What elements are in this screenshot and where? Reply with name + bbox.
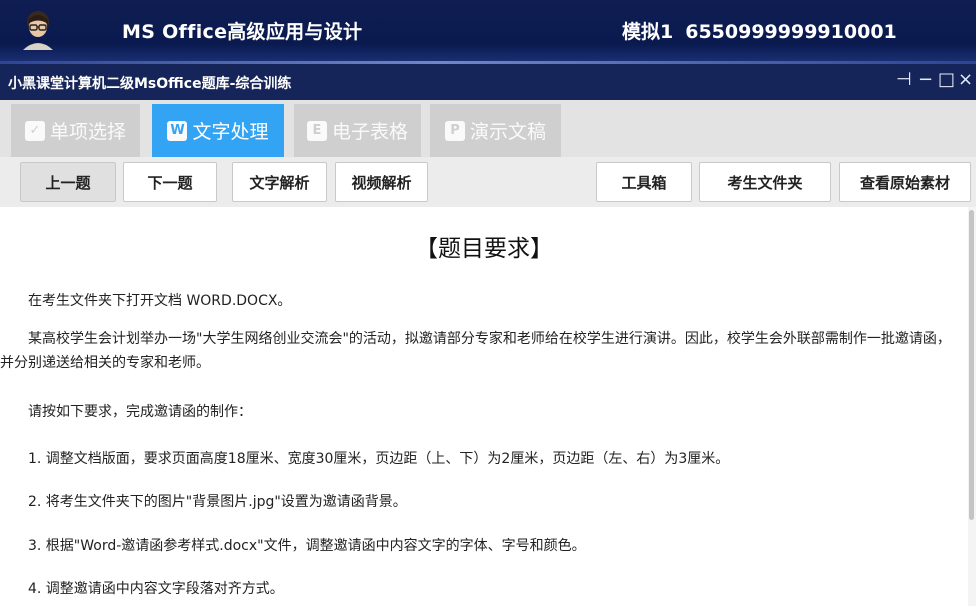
- question-title: 【题目要求】: [415, 236, 553, 262]
- question-type-tabs: ✓ 单项选择 W 文字处理 E 电子表格 P 演示文稿: [0, 100, 976, 157]
- text-analysis-button[interactable]: 文字解析: [232, 162, 327, 202]
- question-step: 4. 调整邀请函中内容文字段落对齐方式。: [28, 581, 284, 597]
- question-step: 1. 调整文档版面，要求页面高度18厘米、宽度30厘米，页边距（上、下）为2厘米…: [28, 451, 730, 467]
- maximize-icon[interactable]: □: [938, 69, 955, 90]
- next-question-button[interactable]: 下一题: [123, 162, 217, 202]
- exam-info: 模拟1 6550999999910001: [622, 17, 897, 44]
- close-icon[interactable]: ×: [958, 69, 973, 90]
- question-paragraph: 请按如下要求，完成邀请函的制作：: [28, 404, 252, 420]
- tab-word-processing[interactable]: W 文字处理: [152, 104, 284, 157]
- question-content: 【题目要求】 在考生文件夹下打开文档 WORD.DOCX。 某高校学生会计划举办…: [0, 207, 968, 606]
- tab-label: 文字处理: [192, 121, 269, 143]
- word-icon: W: [167, 120, 188, 141]
- student-folder-button[interactable]: 考生文件夹: [699, 162, 831, 202]
- powerpoint-icon: P: [444, 120, 465, 141]
- scrollbar-thumb[interactable]: [969, 210, 974, 520]
- tab-spreadsheet[interactable]: E 电子表格: [294, 104, 421, 157]
- window-title: 小黑课堂计算机二级MsOffice题库-综合训练: [8, 76, 292, 92]
- tab-presentation[interactable]: P 演示文稿: [430, 104, 561, 157]
- question-paragraph: 某高校学生会计划举办一场"大学生网络创业交流会"的活动，拟邀请部分专家和老师给在…: [0, 331, 951, 371]
- view-original-material-button[interactable]: 查看原始素材: [839, 162, 971, 202]
- tab-label: 演示文稿: [469, 121, 546, 143]
- exam-number: 6550999999910001: [685, 21, 897, 43]
- tab-label: 电子表格: [331, 121, 408, 143]
- app-header: MS Office高级应用与设计 模拟1 6550999999910001: [0, 0, 976, 64]
- question-paragraph: 在考生文件夹下打开文档 WORD.DOCX。: [28, 293, 292, 309]
- exam-label: 模拟1: [622, 21, 674, 43]
- excel-icon: E: [306, 120, 327, 141]
- toolbox-button[interactable]: 工具箱: [596, 162, 692, 202]
- app-title: MS Office高级应用与设计: [122, 21, 363, 43]
- question-step: 3. 根据"Word-邀请函参考样式.docx"文件，调整邀请函中内容文字的字体…: [28, 538, 586, 554]
- tab-single-choice[interactable]: ✓ 单项选择: [11, 104, 140, 157]
- pin-icon[interactable]: ⊣: [896, 69, 912, 90]
- avatar-icon: [23, 11, 53, 50]
- prev-question-button[interactable]: 上一题: [20, 162, 116, 202]
- minimize-icon[interactable]: −: [918, 69, 933, 90]
- toolbar: 上一题 下一题 文字解析 视频解析 工具箱 考生文件夹 查看原始素材: [0, 157, 976, 207]
- question-step: 2. 将考生文件夹下的图片"背景图片.jpg"设置为邀请函背景。: [28, 494, 407, 510]
- window-titlebar: 小黑课堂计算机二级MsOffice题库-综合训练 ⊣ − □ ×: [0, 64, 976, 100]
- tab-label: 单项选择: [49, 121, 126, 143]
- video-analysis-button[interactable]: 视频解析: [335, 162, 428, 202]
- checkbox-icon: ✓: [24, 120, 45, 141]
